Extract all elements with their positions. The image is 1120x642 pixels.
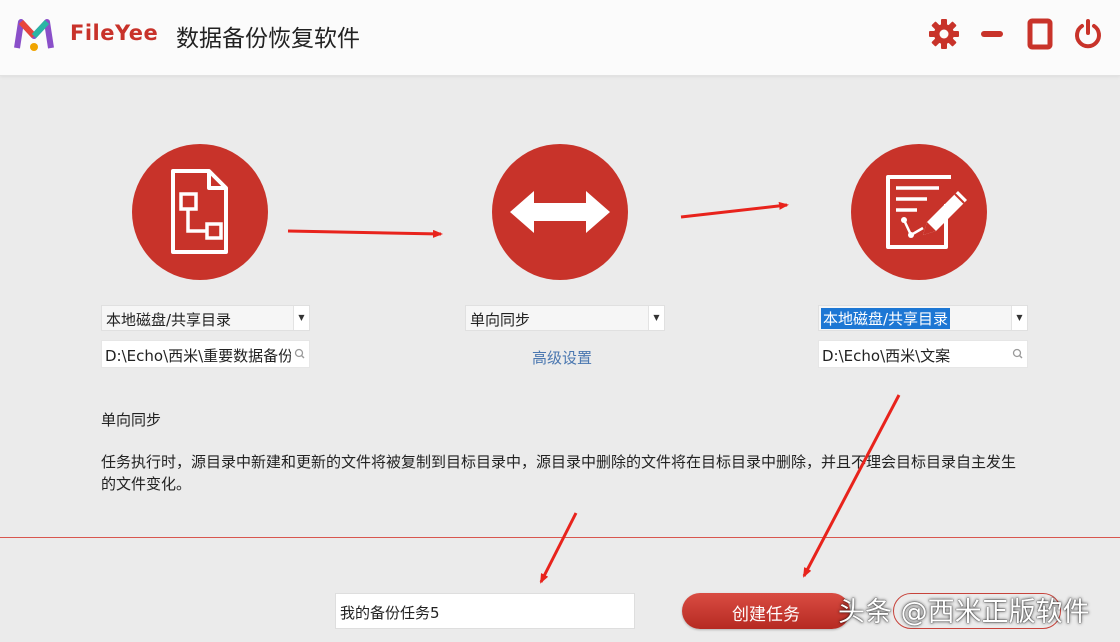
target-type-select[interactable]: 本地磁盘/共享目录 ▼ xyxy=(818,305,1028,331)
search-icon[interactable] xyxy=(1009,341,1027,367)
watermark-text: 头条 @西米正版软件 xyxy=(838,597,1090,628)
source-step-icon xyxy=(132,144,268,280)
target-path-value: D:\Echo\西米\文案 xyxy=(822,347,951,365)
create-task-button[interactable]: 创建任务 xyxy=(682,593,850,629)
sync-mode-description: 任务执行时，源目录中新建和更新的文件将被复制到目标目录中，源目录中删除的文件将在… xyxy=(101,453,1017,493)
dropdown-arrow-icon[interactable]: ▼ xyxy=(1011,306,1027,330)
fileyee-logo xyxy=(14,19,54,51)
dropdown-arrow-icon[interactable]: ▼ xyxy=(293,306,309,330)
advanced-settings-link[interactable]: 高级设置 xyxy=(532,347,592,368)
brand-name: FileYee xyxy=(70,21,159,45)
source-type-select[interactable]: 本地磁盘/共享目录 ▼ xyxy=(101,305,310,331)
footer-divider xyxy=(0,537,1120,538)
annotation-arrow xyxy=(680,201,789,219)
double-arrow-icon xyxy=(510,191,610,233)
target-path-field[interactable]: D:\Echo\西米\文案 xyxy=(818,340,1028,368)
dropdown-arrow-icon[interactable]: ▼ xyxy=(648,306,664,330)
sync-mode-select[interactable]: 单向同步 ▼ xyxy=(465,305,665,331)
search-icon[interactable] xyxy=(291,341,309,367)
source-path-field[interactable]: D:\Echo\西米\重要数据备份 xyxy=(101,340,310,368)
app-title: 数据备份恢复软件 xyxy=(176,26,360,52)
sync-mode-value: 单向同步 xyxy=(470,311,531,329)
sync-mode-title: 单向同步 xyxy=(101,411,162,429)
maximize-icon[interactable] xyxy=(1024,18,1056,50)
title-bar: FileYee 数据备份恢复软件 xyxy=(0,0,1120,76)
annotation-arrow xyxy=(287,229,443,238)
task-name-input[interactable]: 我的备份任务5 xyxy=(335,593,635,629)
annotation-arrow xyxy=(539,512,578,584)
source-path-value: D:\Echo\西米\重要数据备份 xyxy=(105,347,294,365)
task-name-value: 我的备份任务5 xyxy=(340,604,440,622)
minimize-icon[interactable] xyxy=(976,18,1008,50)
sync-step-icon xyxy=(492,144,628,280)
target-type-value: 本地磁盘/共享目录 xyxy=(821,308,951,329)
power-icon[interactable] xyxy=(1072,18,1104,50)
create-task-label: 创建任务 xyxy=(732,605,800,625)
source-type-value: 本地磁盘/共享目录 xyxy=(106,311,232,329)
source-document-icon xyxy=(171,169,228,254)
edit-document-icon xyxy=(886,175,967,249)
gear-icon[interactable] xyxy=(928,18,960,50)
target-step-icon xyxy=(851,144,987,280)
